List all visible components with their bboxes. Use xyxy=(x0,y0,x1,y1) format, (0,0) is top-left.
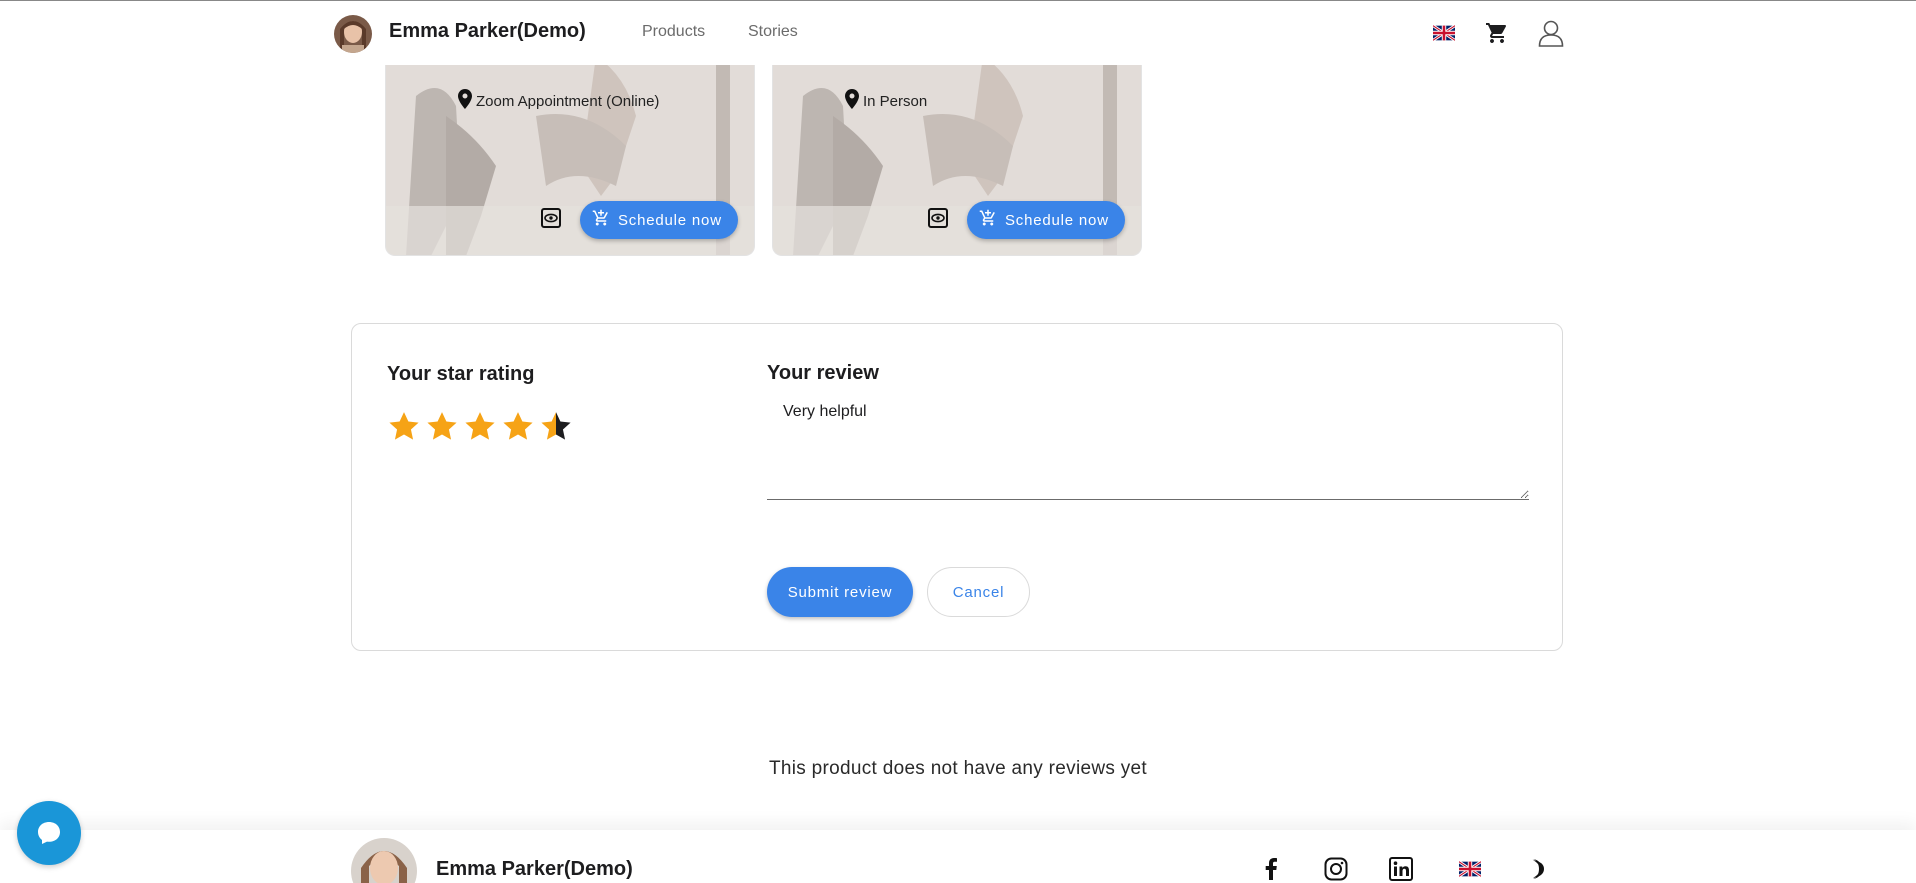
star-icon[interactable] xyxy=(501,410,535,444)
card-location-text: Zoom Appointment (Online) xyxy=(476,92,660,110)
star-icon[interactable] xyxy=(463,410,497,444)
uk-flag-icon[interactable] xyxy=(1457,856,1483,882)
user-icon[interactable] xyxy=(1537,19,1565,47)
submit-review-button[interactable]: Submit review xyxy=(767,567,913,617)
chat-icon xyxy=(38,822,60,844)
footer: Emma Parker(Demo) xyxy=(0,830,1916,883)
star-rating-heading: Your star rating xyxy=(387,363,535,385)
dark-mode-icon[interactable] xyxy=(1526,856,1552,882)
schedule-now-button[interactable]: Schedule now xyxy=(967,201,1125,239)
preview-icon[interactable] xyxy=(541,208,561,228)
star-icon[interactable] xyxy=(425,410,459,444)
star-icon[interactable] xyxy=(387,410,421,444)
uk-flag-icon[interactable] xyxy=(1430,19,1458,47)
card-location: Zoom Appointment (Online) xyxy=(458,89,659,113)
product-card[interactable]: Zoom Appointment (Online) Schedule now xyxy=(385,56,755,256)
cancel-button[interactable]: Cancel xyxy=(927,567,1030,617)
footer-brand-name[interactable]: Emma Parker(Demo) xyxy=(436,858,633,881)
product-card[interactable]: In Person Schedule now xyxy=(772,56,1142,256)
instagram-icon[interactable] xyxy=(1323,856,1349,882)
nav-products[interactable]: Products xyxy=(642,23,705,41)
schedule-now-label: Schedule now xyxy=(618,211,722,229)
card-location: In Person xyxy=(845,89,927,113)
add-cart-icon xyxy=(592,209,610,231)
linkedin-icon[interactable] xyxy=(1388,856,1414,882)
review-textarea[interactable] xyxy=(767,388,1529,500)
facebook-icon[interactable] xyxy=(1258,856,1284,882)
card-location-text: In Person xyxy=(863,92,928,110)
review-form: Your star rating Your review Submit revi… xyxy=(351,323,1563,651)
schedule-now-label: Schedule now xyxy=(1005,211,1109,229)
top-header: Emma Parker(Demo) Products Stories xyxy=(0,0,1916,65)
add-cart-icon xyxy=(979,209,997,231)
chat-button[interactable] xyxy=(17,801,81,865)
location-pin-icon xyxy=(458,89,472,113)
brand-avatar[interactable] xyxy=(334,15,372,53)
footer-avatar[interactable] xyxy=(351,838,417,883)
schedule-now-button[interactable]: Schedule now xyxy=(580,201,738,239)
cart-icon[interactable] xyxy=(1483,19,1511,47)
brand-name[interactable]: Emma Parker(Demo) xyxy=(389,20,586,43)
location-pin-icon xyxy=(845,89,859,113)
preview-icon[interactable] xyxy=(928,208,948,228)
nav-stories[interactable]: Stories xyxy=(748,23,798,41)
empty-reviews-message: This product does not have any reviews y… xyxy=(768,758,1147,779)
star-rating[interactable] xyxy=(387,410,573,444)
review-heading: Your review xyxy=(767,362,879,384)
star-icon[interactable] xyxy=(539,410,573,444)
